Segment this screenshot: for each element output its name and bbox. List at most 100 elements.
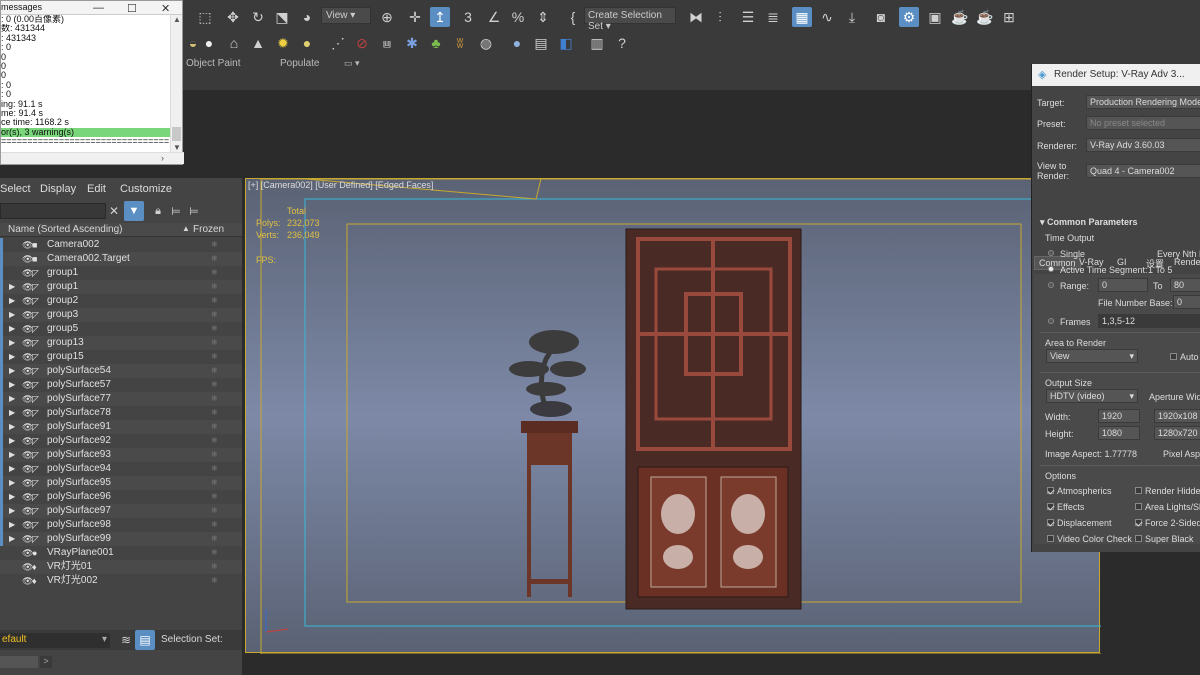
area-lights-checkbox[interactable] <box>1135 503 1142 510</box>
sort-asc-icon[interactable]: ▲ <box>182 224 190 233</box>
schematic-view-icon[interactable]: ⤓ <box>842 7 862 27</box>
percent-snap-icon[interactable]: % <box>508 7 528 27</box>
preset-dropdown[interactable]: No preset selected <box>1086 116 1200 130</box>
freeze-icon[interactable]: ❄ <box>211 280 218 294</box>
freeze-icon[interactable]: ❄ <box>211 308 218 322</box>
expand-icon[interactable]: ▶ <box>9 420 15 434</box>
list-item[interactable]: 👁︎ ◸ group1 ❄ <box>0 266 242 280</box>
tab-object-paint[interactable]: Object Paint <box>186 58 240 69</box>
freeze-icon[interactable]: ❄ <box>211 252 218 266</box>
freeze-icon[interactable]: ❄ <box>211 364 218 378</box>
freeze-icon[interactable]: ❄ <box>211 336 218 350</box>
list-item[interactable]: ▶ 👁︎ ◸ polySurface93 ❄ <box>0 448 242 462</box>
list-item[interactable]: 👁︎ ● VRayPlane001 ❄ <box>0 546 242 560</box>
single-radio[interactable] <box>1048 250 1054 256</box>
omni-light-icon[interactable]: ● <box>199 33 219 53</box>
messages-scrollbar[interactable]: ▲ ▼ <box>170 15 182 155</box>
close-icon[interactable]: ✕ <box>161 2 170 15</box>
help-icon[interactable]: ? <box>612 33 632 53</box>
expand-icon[interactable]: ▶ <box>9 462 15 476</box>
expand-icon[interactable]: ▶ <box>9 322 15 336</box>
effects-checkbox[interactable] <box>1047 503 1054 510</box>
target-dropdown[interactable]: Production Rendering Mode <box>1086 95 1200 109</box>
range-to-spinner[interactable]: 80 <box>1170 278 1200 292</box>
vray-material-icon[interactable]: ● <box>507 33 527 53</box>
expand-icon[interactable]: ▶ <box>9 378 15 392</box>
layer-hierarchy-icon[interactable]: ⊨ <box>184 201 204 221</box>
freeze-icon[interactable]: ❄ <box>211 448 218 462</box>
freeze-icon[interactable]: ❄ <box>211 350 218 364</box>
preset-size-button-2[interactable]: 1280x720 <box>1154 426 1200 440</box>
material-editor-icon[interactable]: ◙ <box>871 7 891 27</box>
freeze-icon[interactable]: ❄ <box>211 560 218 574</box>
list-item[interactable]: ▶ 👁︎ ◸ polySurface57 ❄ <box>0 378 242 392</box>
list-item[interactable]: 👁︎ ♦ VR灯光002 ❄ <box>0 574 242 588</box>
expand-icon[interactable]: ▶ <box>9 490 15 504</box>
vray-mesh-icon[interactable]: ◍ <box>476 33 496 53</box>
view-to-render-dropdown[interactable]: Quad 4 - Camera002 <box>1086 164 1200 178</box>
expand-icon[interactable]: ▶ <box>9 308 15 322</box>
atmospherics-checkbox[interactable] <box>1047 487 1054 494</box>
file-number-base-spinner[interactable]: 0 <box>1173 295 1200 309</box>
messages-hscrollbar[interactable]: › <box>1 152 184 164</box>
active-segment-radio[interactable] <box>1048 266 1054 272</box>
expand-icon[interactable]: ▶ <box>9 434 15 448</box>
timeline-slider[interactable] <box>0 656 38 668</box>
width-spinner[interactable]: 1920 <box>1098 409 1140 423</box>
list-item[interactable]: ▶ 👁︎ ◸ polySurface99 ❄ <box>0 532 242 546</box>
list-item[interactable]: ▶ 👁︎ ◸ polySurface98 ❄ <box>0 518 242 532</box>
expand-icon[interactable]: ▶ <box>9 280 15 294</box>
freeze-icon[interactable]: ❄ <box>211 322 218 336</box>
menu-display[interactable]: Display <box>40 183 76 195</box>
list-item[interactable]: ▶ 👁︎ ◸ group13 ❄ <box>0 336 242 350</box>
menu-customize[interactable]: Customize <box>120 183 172 195</box>
height-spinner[interactable]: 1080 <box>1098 426 1140 440</box>
freeze-icon[interactable]: ❄ <box>211 378 218 392</box>
expand-icon[interactable]: ▶ <box>9 406 15 420</box>
area-to-render-dropdown[interactable]: View ▾ <box>1046 349 1138 363</box>
list-item[interactable]: 👁︎ ■ Camera002 ❄ <box>0 238 242 252</box>
list-item[interactable]: 👁︎ ■ Camera002.Target ❄ <box>0 252 242 266</box>
render-production-icon[interactable]: ☕ <box>950 7 970 27</box>
list-item[interactable]: ▶ 👁︎ ◸ polySurface92 ❄ <box>0 434 242 448</box>
vray-render-icon[interactable]: ◧ <box>556 33 576 53</box>
super-black-checkbox[interactable] <box>1135 535 1142 542</box>
list-item[interactable]: ▶ 👁︎ ◸ group5 ❄ <box>0 322 242 336</box>
expand-icon[interactable]: ▶ <box>9 364 15 378</box>
freeze-icon[interactable]: ❄ <box>211 266 218 280</box>
expand-icon[interactable]: ▶ <box>9 350 15 364</box>
vray-sphere-icon[interactable]: ✱ <box>402 33 422 53</box>
list-item[interactable]: ▶ 👁︎ ◸ polySurface95 ❄ <box>0 476 242 490</box>
mirror-icon[interactable]: ⧓ <box>686 7 706 27</box>
renderer-dropdown[interactable]: V-Ray Adv 3.60.03 <box>1086 138 1200 152</box>
vray-fur-icon[interactable]: ⊘ <box>352 33 372 53</box>
move-icon[interactable]: ✥ <box>223 7 243 27</box>
expand-icon[interactable]: ▶ <box>9 392 15 406</box>
sun-icon[interactable]: ✹ <box>273 33 293 53</box>
freeze-icon[interactable]: ❄ <box>211 238 218 252</box>
auto-region-checkbox[interactable] <box>1170 353 1177 360</box>
render-setup-icon[interactable]: ⚙ <box>899 7 919 27</box>
cone-light-icon[interactable]: ▲ <box>248 33 268 53</box>
list-item[interactable]: ▶ 👁︎ ◸ group15 ❄ <box>0 350 242 364</box>
list-item[interactable]: ▶ 👁︎ ◸ group2 ❄ <box>0 294 242 308</box>
hierarchy-icon[interactable]: ⊨ <box>166 201 186 221</box>
named-selection-set-dropdown[interactable]: Create Selection Set ▾ <box>584 7 676 32</box>
list-item[interactable]: ▶ 👁︎ ◸ polySurface78 ❄ <box>0 406 242 420</box>
expand-icon[interactable]: ▶ <box>9 476 15 490</box>
expand-icon[interactable]: ▶ <box>9 336 15 350</box>
list-item[interactable]: ▶ 👁︎ ◸ polySurface96 ❄ <box>0 490 242 504</box>
select-object-icon[interactable]: ⬚ <box>195 7 215 27</box>
vray-plane-icon[interactable]: ⩏ <box>377 33 397 53</box>
freeze-icon[interactable]: ❄ <box>211 294 218 308</box>
rotate-icon[interactable]: ↻ <box>248 7 268 27</box>
menu-select[interactable]: Select <box>0 183 31 195</box>
freeze-icon[interactable]: ❄ <box>211 462 218 476</box>
keyboard-shortcut-icon[interactable]: ↥ <box>430 7 450 27</box>
menu-edit[interactable]: Edit <box>87 183 106 195</box>
list-item[interactable]: ▶ 👁︎ ◸ polySurface77 ❄ <box>0 392 242 406</box>
scene-explorer-icon[interactable]: ▦ <box>792 7 812 27</box>
video-color-check-checkbox[interactable] <box>1047 535 1054 542</box>
render-hidden-checkbox[interactable] <box>1135 487 1142 494</box>
viewport-label[interactable]: [+] [Camera002] [User Defined] [Edged Fa… <box>248 180 433 190</box>
